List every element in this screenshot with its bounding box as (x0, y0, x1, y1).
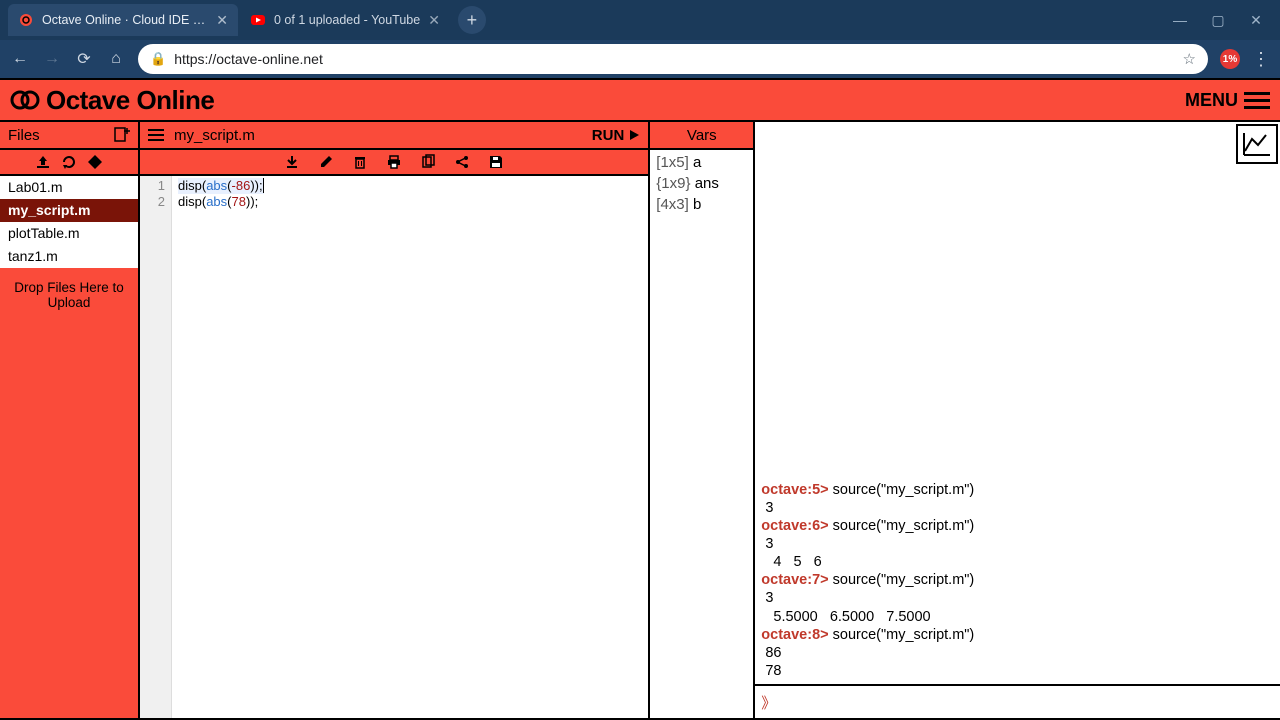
file-item[interactable]: plotTable.m (0, 222, 138, 245)
maximize-icon[interactable]: ▢ (1208, 12, 1228, 29)
save-icon[interactable] (488, 154, 504, 170)
home-icon[interactable]: ⌂ (106, 50, 126, 68)
brand[interactable]: Octave Online (10, 85, 214, 116)
editor-menu-icon[interactable] (148, 129, 164, 141)
close-icon[interactable]: ✕ (216, 12, 228, 29)
url-text: https://octave-online.net (174, 51, 1174, 67)
editor-filename: my_script.m (174, 127, 255, 144)
vars-list: [1x5] a {1x9} ans [4x3] b (650, 150, 753, 718)
tab-title: 0 of 1 uploaded - YouTube (274, 13, 420, 27)
code-line[interactable]: disp(abs(78)); (178, 194, 264, 210)
drop-hint[interactable]: Drop Files Here to Upload (0, 274, 138, 316)
code-line[interactable]: disp(abs(-86)); (178, 178, 264, 194)
refresh-icon[interactable] (61, 155, 77, 169)
console-panel: octave:5> source("my_script.m") 3 octave… (755, 122, 1280, 718)
menu-button[interactable]: MENU (1185, 90, 1270, 111)
reload-icon[interactable]: ⟳ (74, 49, 94, 69)
menu-label: MENU (1185, 90, 1238, 111)
print-icon[interactable] (386, 154, 402, 170)
bookmark-icon[interactable]: ☆ (1183, 50, 1196, 68)
share-icon[interactable] (454, 154, 470, 170)
code-area[interactable]: 1 2 disp(abs(-86)); disp(abs(78)); (140, 176, 648, 718)
tab-title: Octave Online · Cloud IDE compa (42, 13, 208, 27)
minimize-icon[interactable]: — (1170, 12, 1190, 29)
download-icon[interactable] (284, 154, 300, 170)
line-number: 1 (140, 178, 165, 194)
copy-icon[interactable] (420, 154, 436, 170)
console-top (755, 122, 1280, 176)
browser-tab-1[interactable]: 0 of 1 uploaded - YouTube ✕ (240, 4, 450, 36)
editor-toolbar (140, 150, 648, 176)
plot-button[interactable] (1236, 124, 1278, 164)
editor-panel: my_script.m RUN 1 2 (140, 122, 650, 718)
console-output[interactable]: octave:5> source("my_script.m") 3 octave… (755, 176, 1280, 684)
history-icon[interactable] (87, 154, 103, 170)
youtube-favicon (250, 12, 266, 28)
extension-badge[interactable]: 1% (1220, 49, 1240, 69)
var-item[interactable]: {1x9} ans (650, 173, 753, 194)
file-item[interactable]: my_script.m (0, 199, 138, 222)
browser-menu-icon[interactable]: ⋮ (1252, 49, 1270, 70)
window-controls: — ▢ ✕ (1170, 12, 1272, 29)
octave-favicon (18, 12, 34, 28)
files-label: Files (8, 127, 40, 144)
octave-online-app: Octave Online MENU Files (0, 78, 1280, 720)
app-header: Octave Online MENU (0, 78, 1280, 122)
forward-icon: → (42, 50, 62, 68)
new-file-icon[interactable] (112, 126, 130, 144)
hamburger-icon (1244, 92, 1270, 109)
browser-toolbar: ← → ⟳ ⌂ 🔒 https://octave-online.net ☆ 1%… (0, 40, 1280, 78)
console-input[interactable] (782, 694, 1274, 710)
edit-icon[interactable] (318, 154, 334, 170)
lock-icon: 🔒 (150, 51, 166, 67)
editor-header: my_script.m RUN (140, 122, 648, 150)
var-item[interactable]: [1x5] a (650, 152, 753, 173)
browser-tabstrip: Octave Online · Cloud IDE compa ✕ 0 of 1… (0, 0, 1280, 40)
run-label: RUN (592, 127, 625, 144)
browser-tab-0[interactable]: Octave Online · Cloud IDE compa ✕ (8, 4, 238, 36)
url-bar[interactable]: 🔒 https://octave-online.net ☆ (138, 44, 1208, 74)
octave-logo-icon (10, 85, 40, 115)
gutter: 1 2 (140, 176, 172, 718)
upload-icon[interactable] (35, 155, 51, 169)
close-window-icon[interactable]: ✕ (1246, 12, 1266, 29)
files-toolbar (0, 150, 138, 176)
delete-icon[interactable] (352, 154, 368, 170)
line-number: 2 (140, 194, 165, 210)
back-icon[interactable]: ← (10, 50, 30, 68)
close-icon[interactable]: ✕ (428, 12, 440, 29)
files-panel: Files Lab01.m my_script.m plotTa (0, 122, 140, 718)
brand-text: Octave Online (46, 85, 214, 116)
code-lines[interactable]: disp(abs(-86)); disp(abs(78)); (172, 176, 270, 718)
file-item[interactable]: tanz1.m (0, 245, 138, 268)
main-panels: Files Lab01.m my_script.m plotTa (0, 122, 1280, 720)
plot-icon (1242, 131, 1272, 157)
play-icon (628, 129, 640, 141)
prompt-icon: 》 (761, 692, 776, 713)
file-list: Lab01.m my_script.m plotTable.m tanz1.m (0, 176, 138, 268)
console-input-row: 》 (755, 684, 1280, 718)
files-header: Files (0, 122, 138, 150)
vars-header: Vars (650, 122, 753, 150)
file-item[interactable]: Lab01.m (0, 176, 138, 199)
var-item[interactable]: [4x3] b (650, 194, 753, 215)
run-button[interactable]: RUN (592, 127, 641, 144)
vars-panel: Vars [1x5] a {1x9} ans [4x3] b (650, 122, 755, 718)
new-tab-button[interactable]: + (458, 6, 486, 34)
